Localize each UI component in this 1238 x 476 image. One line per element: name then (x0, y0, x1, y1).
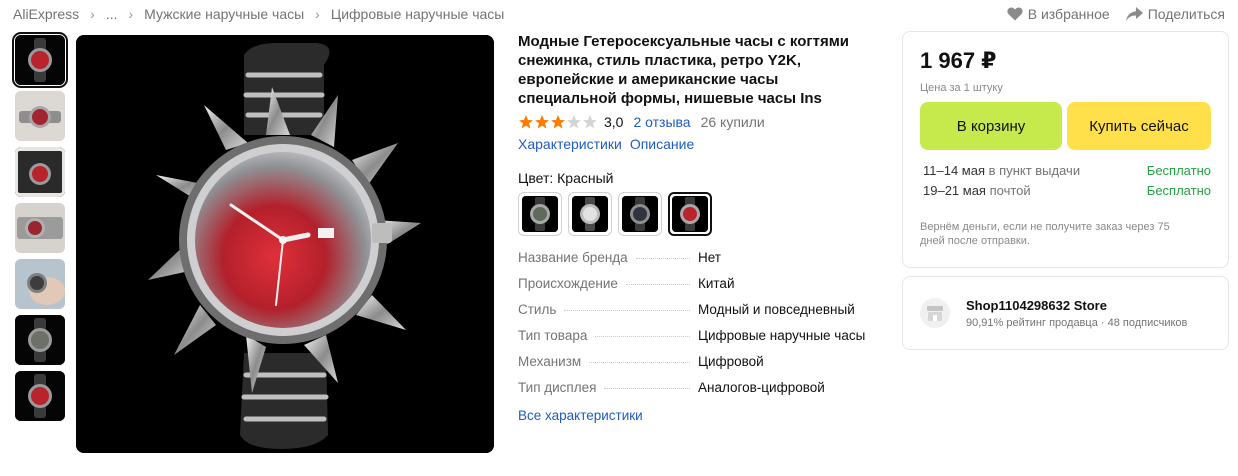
price: 1 967 ₽ (920, 48, 997, 73)
thumbnail-7[interactable] (15, 371, 65, 421)
add-to-cart-button[interactable]: В корзину (920, 102, 1062, 150)
buy-box: 1 967 ₽ Цена за 1 штуку В корзину Купить… (902, 31, 1229, 268)
share-label: Поделиться (1147, 6, 1225, 22)
breadcrumb-digital-watches[interactable]: Цифровые наручные часы (331, 6, 505, 22)
delivery-dates: 11–14 мая (923, 162, 986, 178)
favorite-label: В избранное (1027, 6, 1110, 22)
thumbnail-6[interactable] (15, 315, 65, 365)
store-name[interactable]: Shop1104298632 Store (966, 298, 1187, 313)
spec-row: Тип товара Цифровые наручные часы (518, 328, 878, 354)
spec-row: Название бренда Нет (518, 250, 878, 276)
watch-swatch-image (672, 196, 708, 232)
rating-value: 3,0 (604, 114, 624, 130)
star-empty-icon (567, 115, 581, 129)
watch-image (76, 35, 494, 453)
specs-table: Название бренда Нет Происхождение Китай … (518, 250, 878, 406)
chevron-right-icon: › (315, 6, 320, 22)
spec-name: Происхождение (518, 276, 618, 291)
color-label: Цвет: Красный (518, 170, 614, 186)
share-button[interactable]: Поделиться (1125, 6, 1225, 22)
rating-row: 3,0 2 отзыва 26 купили (518, 114, 878, 130)
watch-thumbnail-image (15, 147, 65, 197)
spec-value: Модный и повседневный (698, 302, 855, 317)
breadcrumb-aliexpress[interactable]: AliExpress (13, 6, 79, 22)
spec-name: Механизм (518, 354, 582, 369)
star-filled-icon (551, 115, 565, 129)
color-option-3[interactable] (618, 192, 662, 236)
spec-value: Аналогов-цифровой (698, 380, 825, 395)
watch-thumbnail-image (15, 35, 65, 85)
delivery-cost: Бесплатно (1146, 182, 1211, 198)
spec-row: Механизм Цифровой (518, 354, 878, 380)
spec-value: Цифровые наручные часы (698, 328, 866, 343)
spec-row: Тип дисплея Аналогов-цифровой (518, 380, 878, 406)
breadcrumb-mens-watches[interactable]: Мужские наручные часы (144, 6, 304, 22)
refund-note: Вернём деньги, если не получите заказ че… (920, 221, 1170, 247)
watch-swatch-image (622, 196, 658, 232)
purchase-buttons: В корзину Купить сейчас (920, 102, 1211, 150)
product-title: Модные Гетеросексуальные часы с когтями … (518, 33, 850, 107)
rating-stars (518, 114, 598, 130)
heart-icon (1007, 7, 1023, 21)
spec-name: Тип товара (518, 328, 588, 343)
reviews-link[interactable]: 2 отзыва (633, 114, 690, 130)
top-actions: В избранное Поделиться (1007, 6, 1225, 22)
delivery-method: в пункт выдачи (988, 162, 1081, 178)
chevron-right-icon: › (128, 6, 134, 22)
star-filled-icon (535, 115, 549, 129)
breadcrumb-ellipsis[interactable]: ... (106, 6, 118, 22)
tab-characteristics[interactable]: Характеристики (518, 136, 622, 152)
thumbnail-5[interactable] (15, 259, 65, 309)
tab-description[interactable]: Описание (630, 136, 694, 152)
favorite-button[interactable]: В избранное (1007, 6, 1110, 22)
delivery-row: 19–21 мая почтой Бесплатно (920, 180, 1211, 200)
delivery-dates: 19–21 мая (923, 182, 986, 198)
spec-row: Происхождение Китай (518, 276, 878, 302)
spec-name: Название бренда (518, 250, 628, 265)
watch-thumbnail-image (15, 315, 65, 365)
star-filled-icon (519, 115, 533, 129)
watch-thumbnail-image (15, 203, 65, 253)
spec-row: Стиль Модный и повседневный (518, 302, 878, 328)
thumbnail-4[interactable] (15, 203, 65, 253)
store-meta: 90,91% рейтинг продавца · 48 подписчиков (966, 316, 1188, 329)
main-product-image[interactable] (76, 35, 494, 453)
watch-thumbnail-image (15, 371, 65, 421)
color-option-2[interactable] (568, 192, 612, 236)
sold-count: 26 купили (700, 114, 765, 130)
shop-icon (927, 306, 943, 321)
store-card[interactable]: Shop1104298632 Store 90,91% рейтинг прод… (902, 276, 1229, 350)
product-info: Модные Гетеросексуальные часы с когтями … (518, 32, 878, 423)
product-tabs: Характеристики Описание (518, 136, 878, 152)
delivery-row: 11–14 мая в пункт выдачи Бесплатно (920, 160, 1211, 180)
thumbnail-2[interactable] (15, 91, 65, 141)
delivery-cost: Бесплатно (1146, 162, 1211, 178)
all-specs-link[interactable]: Все характеристики (518, 408, 878, 423)
color-option-4[interactable] (668, 192, 712, 236)
star-empty-icon (583, 115, 597, 129)
watch-swatch-image (572, 196, 608, 232)
buy-now-button[interactable]: Купить сейчас (1067, 102, 1211, 150)
spec-name: Тип дисплея (518, 380, 597, 395)
watch-thumbnail-image (15, 91, 65, 141)
price-note: Цена за 1 штуку (920, 82, 1003, 94)
color-swatches (518, 192, 878, 236)
delivery-method: почтой (989, 182, 1031, 198)
store-icon (920, 298, 950, 328)
watch-swatch-image (522, 196, 558, 232)
watch-thumbnail-image (15, 259, 65, 309)
thumbnail-3[interactable] (15, 147, 65, 197)
chevron-right-icon: › (90, 6, 95, 22)
spec-value: Цифровой (698, 354, 764, 369)
delivery-options: 11–14 мая в пункт выдачи Бесплатно 19–21… (920, 160, 1211, 200)
color-option-1[interactable] (518, 192, 562, 236)
thumbnail-1[interactable] (12, 32, 68, 88)
breadcrumb: AliExpress › ... › Мужские наручные часы… (13, 6, 504, 22)
spec-value: Китай (698, 276, 735, 291)
thumbnail-list (12, 32, 68, 427)
spec-name: Стиль (518, 302, 557, 317)
spec-value: Нет (698, 250, 721, 265)
share-icon (1125, 7, 1143, 21)
